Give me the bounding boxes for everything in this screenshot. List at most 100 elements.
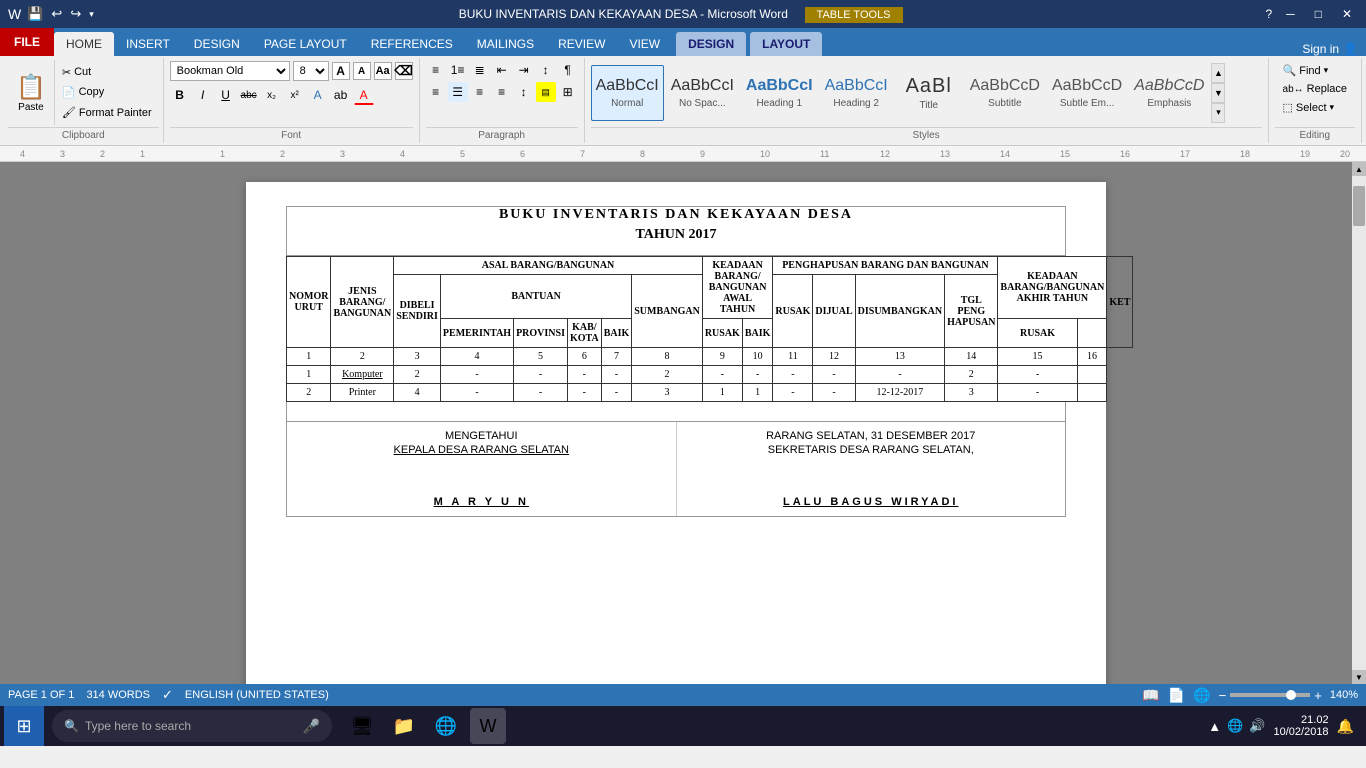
- style-no-spacing-button[interactable]: AaBbCcI No Spac...: [666, 65, 739, 121]
- styles-scroll-up[interactable]: ▲: [1211, 63, 1225, 83]
- style-heading2-button[interactable]: AaBbCcI Heading 2: [820, 65, 893, 121]
- minimize-button[interactable]: ─: [1280, 7, 1301, 21]
- language-info[interactable]: ENGLISH (UNITED STATES): [185, 689, 329, 701]
- volume-icon[interactable]: 🔊: [1249, 718, 1265, 734]
- tab-home[interactable]: HOME: [54, 32, 114, 56]
- scroll-up-button[interactable]: ▲: [1352, 162, 1366, 176]
- styles-scroll-down[interactable]: ▼: [1211, 83, 1225, 103]
- col-rusak-akhir: RUSAK: [998, 319, 1077, 348]
- sort-button[interactable]: ↕: [536, 60, 556, 80]
- undo-icon[interactable]: ↩: [49, 6, 64, 22]
- style-normal-button[interactable]: AaBbCcI Normal: [591, 65, 664, 121]
- styles-label: Styles: [591, 127, 1262, 141]
- start-button[interactable]: ⊞: [4, 706, 44, 746]
- style-title-button[interactable]: AaBl Title: [895, 65, 963, 121]
- taskbar-clock[interactable]: 21.02 10/02/2018: [1274, 714, 1329, 738]
- restore-button[interactable]: □: [1309, 7, 1328, 21]
- text-highlight-button[interactable]: ab: [331, 85, 351, 105]
- clear-format-button[interactable]: ⌫: [395, 62, 413, 80]
- scroll-down-button[interactable]: ▼: [1352, 670, 1366, 684]
- text-effects-button[interactable]: A: [308, 85, 328, 105]
- replace-button[interactable]: ab↔ Replace: [1279, 81, 1351, 97]
- sig-left-title: KEPALA DESA RARANG SELATAN: [295, 444, 668, 456]
- web-layout-icon[interactable]: 🌐: [1193, 687, 1210, 704]
- scroll-track[interactable]: [1352, 176, 1366, 670]
- tray-up-arrow[interactable]: ▲: [1208, 719, 1221, 734]
- tab-table-design[interactable]: DESIGN: [676, 32, 746, 56]
- font-color-button[interactable]: A: [354, 85, 374, 105]
- font-size-select[interactable]: 8: [293, 61, 329, 81]
- document-main-area[interactable]: BUKU INVENTARIS DAN KEKAYAAN DESA TAHUN …: [0, 162, 1352, 684]
- increase-indent-button[interactable]: ⇥: [514, 60, 534, 80]
- zoom-out-button[interactable]: −: [1219, 688, 1227, 703]
- help-button[interactable]: ?: [1265, 7, 1272, 21]
- show-formatting-button[interactable]: ¶: [558, 60, 578, 80]
- tab-page-layout[interactable]: PAGE LAYOUT: [252, 32, 359, 56]
- chrome-button[interactable]: 🌐: [428, 708, 464, 744]
- bullets-button[interactable]: ≡: [426, 60, 446, 80]
- network-icon[interactable]: 🌐: [1227, 718, 1243, 734]
- redo-icon[interactable]: ↪: [68, 6, 83, 22]
- strikethrough-button[interactable]: abc: [239, 85, 259, 105]
- align-right-button[interactable]: ≡: [470, 82, 490, 102]
- font-shrink-button[interactable]: A: [353, 62, 371, 80]
- style-subtitle-button[interactable]: AaBbCcD Subtitle: [965, 65, 1045, 121]
- zoom-in-button[interactable]: +: [1314, 688, 1322, 703]
- zoom-slider[interactable]: [1230, 693, 1310, 697]
- bold-button[interactable]: B: [170, 85, 190, 105]
- tab-review[interactable]: REVIEW: [546, 32, 617, 56]
- tab-layout[interactable]: LAYOUT: [750, 32, 822, 56]
- scroll-thumb[interactable]: [1353, 186, 1365, 226]
- underline-button[interactable]: U: [216, 85, 236, 105]
- style-h1-label: Heading 1: [756, 98, 802, 109]
- spell-check-icon[interactable]: ✓: [162, 687, 173, 703]
- tab-references[interactable]: REFERENCES: [359, 32, 465, 56]
- superscript-button[interactable]: x²: [285, 85, 305, 105]
- file-explorer-button[interactable]: 📁: [386, 708, 422, 744]
- subscript-button[interactable]: x₂: [262, 85, 282, 105]
- style-subtitle-label: Subtitle: [988, 98, 1021, 109]
- vertical-scrollbar[interactable]: ▲ ▼: [1352, 162, 1366, 684]
- notification-icon[interactable]: 🔔: [1337, 718, 1354, 735]
- tab-insert[interactable]: INSERT: [114, 32, 182, 56]
- read-mode-icon[interactable]: 📖: [1142, 687, 1159, 704]
- sign-in-link[interactable]: Sign in 👤: [1302, 42, 1366, 56]
- col-dijual: DIJUAL: [813, 275, 855, 348]
- print-layout-icon[interactable]: 📄: [1168, 687, 1185, 704]
- tab-mailings[interactable]: MAILINGS: [465, 32, 546, 56]
- word-taskbar-button[interactable]: W: [470, 708, 506, 744]
- style-emphasis-button[interactable]: AaBbCcD Emphasis: [1129, 65, 1209, 121]
- italic-button[interactable]: I: [193, 85, 213, 105]
- paste-button[interactable]: 📋 Paste: [8, 60, 55, 125]
- change-case-button[interactable]: Aa: [374, 62, 392, 80]
- font-family-select[interactable]: Bookman Old: [170, 61, 290, 81]
- align-left-button[interactable]: ≡: [426, 82, 446, 102]
- justify-button[interactable]: ≡: [492, 82, 512, 102]
- zoom-level[interactable]: 140%: [1330, 689, 1358, 701]
- quick-save-icon[interactable]: 💾: [25, 6, 45, 22]
- tab-design[interactable]: DESIGN: [182, 32, 252, 56]
- qa-dropdown-icon[interactable]: ▾: [87, 9, 96, 20]
- decrease-indent-button[interactable]: ⇤: [492, 60, 512, 80]
- microphone-icon[interactable]: 🎤: [303, 718, 320, 735]
- align-center-button[interactable]: ☰: [448, 82, 468, 102]
- numbering-button[interactable]: 1≡: [448, 60, 468, 80]
- select-button[interactable]: ⬚ Select ▾: [1279, 99, 1351, 116]
- style-heading1-button[interactable]: AaBbCcI Heading 1: [741, 65, 818, 121]
- close-button[interactable]: ✕: [1336, 7, 1358, 21]
- borders-button[interactable]: ⊞: [558, 82, 578, 102]
- cut-button[interactable]: ✂ Cut: [59, 65, 155, 80]
- taskbar-search[interactable]: 🔍 Type here to search 🎤: [52, 710, 332, 742]
- font-grow-button[interactable]: A: [332, 62, 350, 80]
- tab-file[interactable]: FILE: [0, 28, 54, 56]
- shading-button[interactable]: ▤: [536, 82, 556, 102]
- task-view-button[interactable]: 🖥: [344, 708, 380, 744]
- tab-view[interactable]: VIEW: [617, 32, 672, 56]
- format-painter-button[interactable]: 🖌 Format Painter: [59, 105, 155, 120]
- line-spacing-button[interactable]: ↕: [514, 82, 534, 102]
- copy-button[interactable]: 📄 Copy: [59, 85, 155, 100]
- find-button[interactable]: 🔍 Find ▾: [1279, 62, 1351, 79]
- styles-more[interactable]: ▾: [1211, 103, 1225, 123]
- style-subtle-em-button[interactable]: AaBbCcD Subtle Em...: [1047, 65, 1127, 121]
- multilevel-button[interactable]: ≣: [470, 60, 490, 80]
